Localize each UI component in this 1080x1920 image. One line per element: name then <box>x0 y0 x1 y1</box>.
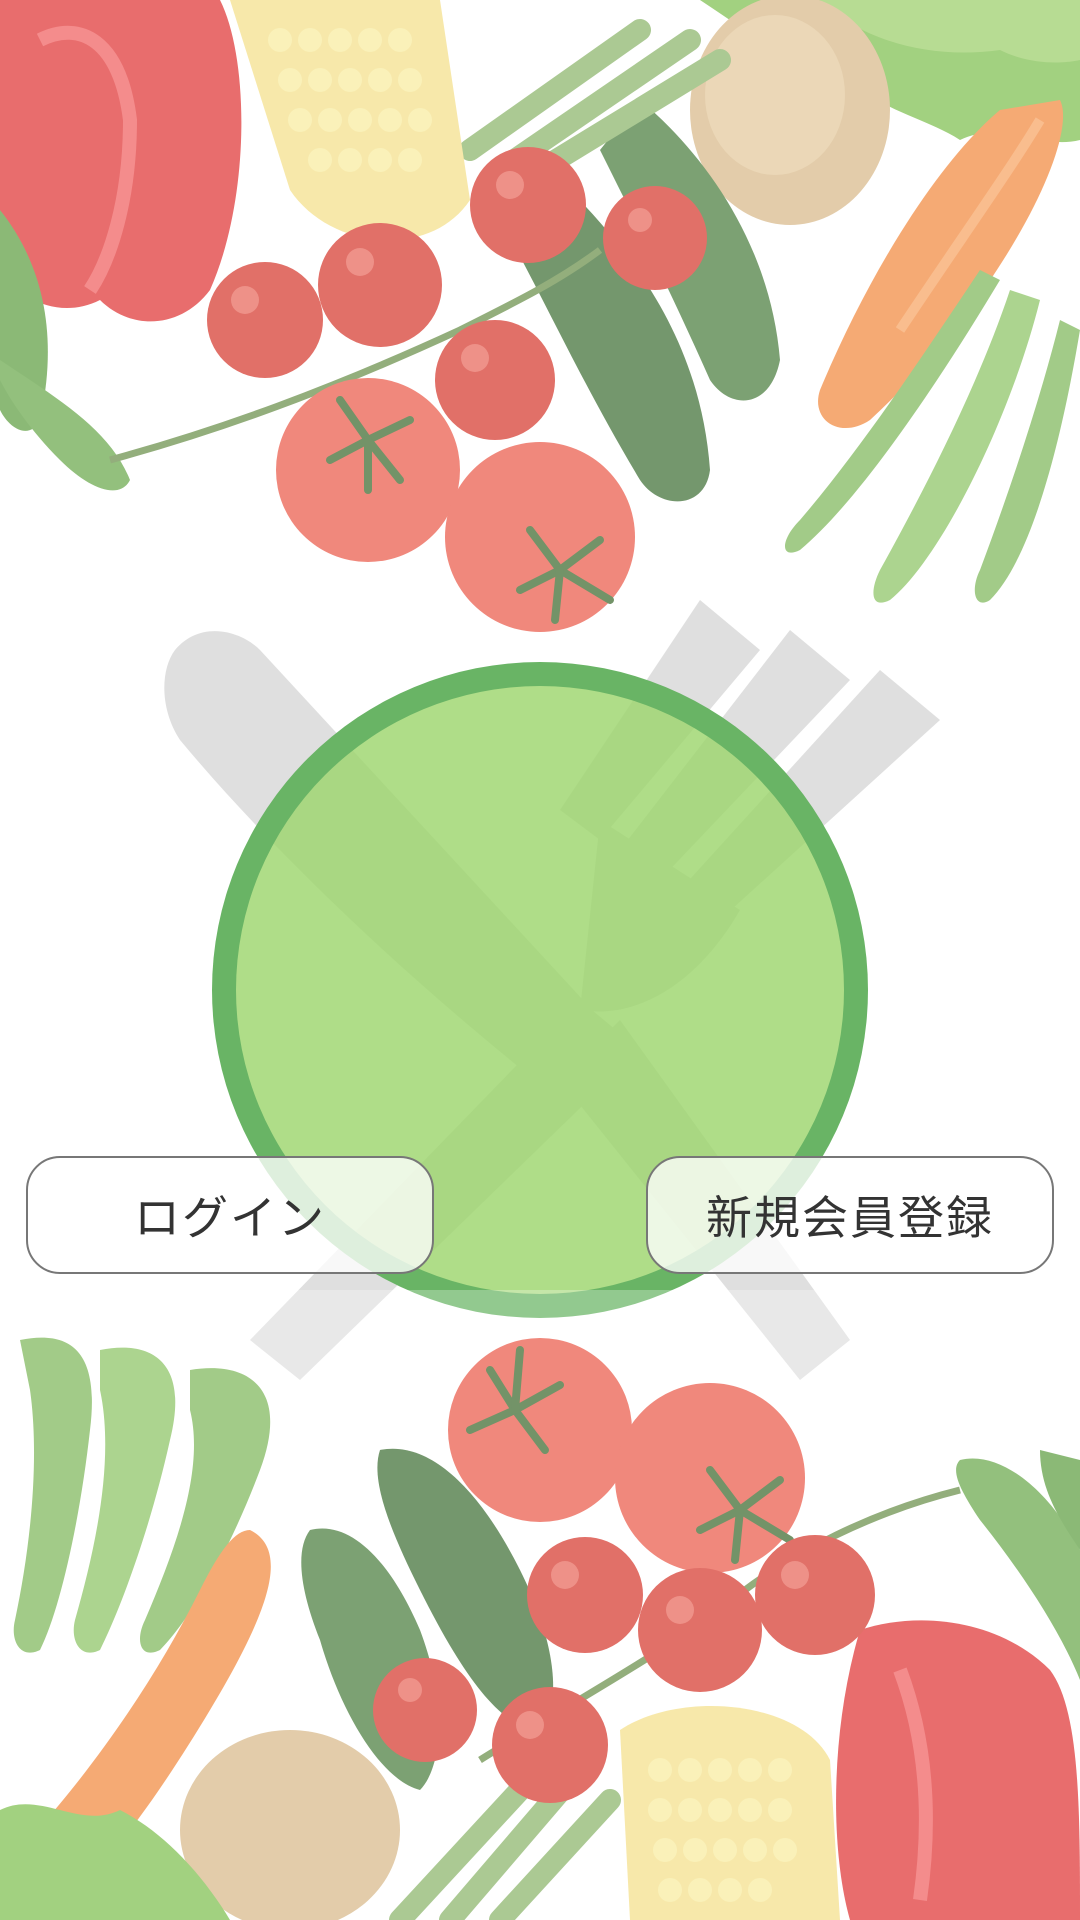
splash-screen: ログイン 新規会員登録 <box>0 0 1080 1920</box>
vegetables-photo-bottom <box>0 1290 1080 1920</box>
register-button[interactable]: 新規会員登録 <box>646 1156 1054 1274</box>
login-button[interactable]: ログイン <box>26 1156 434 1274</box>
